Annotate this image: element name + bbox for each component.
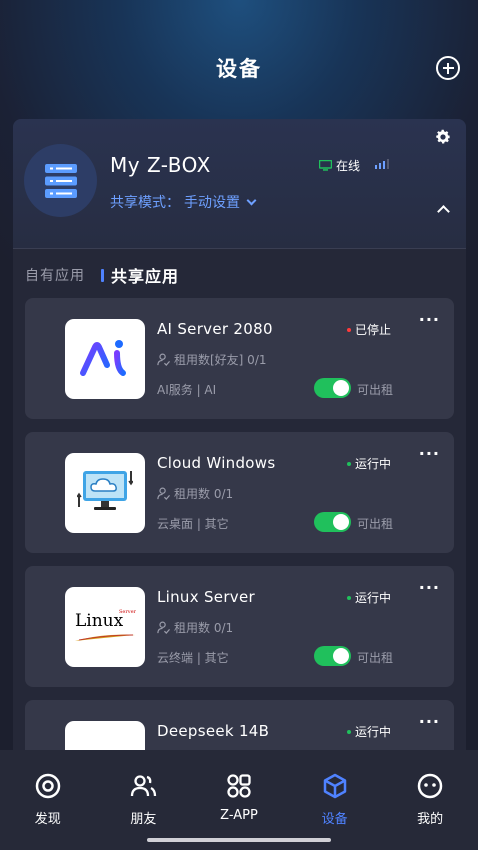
tab-devices[interactable]: 设备: [287, 750, 383, 850]
tab-discover[interactable]: 发现: [0, 750, 96, 850]
user-check-icon: [157, 487, 170, 500]
tab-label: 发现: [34, 812, 61, 827]
device-panel: My Z-BOX 共享模式： 手动设置 在线 自有应用 共享应用 AI Serv…: [13, 119, 466, 769]
rent-count: 租用数 0/1: [157, 485, 233, 502]
status-label: 运行中: [355, 591, 392, 605]
more-menu-button[interactable]: ···: [419, 444, 440, 463]
status-badge: 运行中: [347, 455, 391, 472]
more-menu-button[interactable]: ···: [419, 578, 440, 597]
monitor-icon: [319, 160, 332, 171]
status-label: 运行中: [355, 457, 392, 471]
chevron-down-icon: [246, 195, 257, 205]
tab-shared-apps[interactable]: 共享应用: [101, 263, 179, 287]
app-tabs: 自有应用 共享应用: [25, 263, 179, 287]
more-menu-button[interactable]: ···: [419, 310, 440, 329]
device-avatar: [24, 144, 97, 217]
cloud-monitor-icon: [77, 471, 133, 510]
page-title: 设备: [216, 57, 262, 81]
tab-z-app[interactable]: Z-APP: [191, 750, 287, 850]
online-status: 在线: [319, 157, 360, 174]
status-badge: 运行中: [347, 589, 391, 606]
status-dot: [347, 595, 351, 600]
box-icon: [323, 773, 346, 799]
signal-icon: [375, 159, 389, 169]
rent-count-label: 租用数[好友] 0/1: [174, 353, 267, 367]
share-mode-selector[interactable]: 共享模式： 手动设置: [110, 192, 257, 212]
online-label: 在线: [336, 159, 361, 173]
share-mode-label: 共享模式：: [110, 195, 180, 211]
ai-logo: [65, 319, 145, 399]
app-category: 云终端 | 其它: [157, 651, 229, 665]
tab-label: 设备: [321, 812, 348, 827]
tab-label: 朋友: [130, 812, 157, 827]
device-card: My Z-BOX 共享模式： 手动设置 在线: [13, 119, 466, 249]
tab-friends[interactable]: 朋友: [96, 750, 192, 850]
device-name: My Z-BOX: [110, 153, 211, 177]
status-badge: 已停止: [347, 321, 391, 338]
top-bar: 设备: [0, 48, 478, 88]
tab-shared-label: 共享应用: [111, 267, 180, 286]
rentable-toggle[interactable]: [314, 378, 351, 398]
chevron-up-icon[interactable]: [437, 205, 450, 218]
status-badge: 运行中: [347, 723, 391, 740]
rentable-label: 可出租: [357, 651, 394, 665]
linux-logo: Linux Server: [65, 587, 145, 667]
app-category: AI服务 | AI: [157, 383, 217, 397]
server-icon: [44, 163, 77, 198]
rent-count-label: 租用数 0/1: [174, 621, 234, 635]
status-label: 运行中: [355, 725, 392, 739]
app-card[interactable]: AI Server 2080 已停止 ··· 租用数[好友] 0/1 AI服务 …: [25, 298, 454, 419]
smile-icon: [417, 773, 443, 799]
app-card[interactable]: Cloud Windows 运行中 ··· 租用数 0/1 云桌面 | 其它 可…: [25, 432, 454, 553]
status-dot: [347, 327, 351, 332]
more-menu-button[interactable]: ···: [419, 712, 440, 731]
rent-count-label: 租用数 0/1: [174, 487, 234, 501]
bottom-tab-bar: 发现 朋友 Z-APP 设备 我的: [0, 750, 478, 850]
app-category: 云桌面 | 其它: [157, 517, 229, 531]
apps-grid-icon: [227, 774, 251, 798]
app-title: Cloud Windows: [157, 454, 276, 472]
app-title: AI Server 2080: [157, 320, 273, 338]
app-title: Linux Server: [157, 588, 255, 606]
tab-label: Z-APP: [220, 808, 258, 823]
gear-icon[interactable]: [434, 128, 452, 146]
status-label: 已停止: [355, 323, 392, 337]
tab-own-apps[interactable]: 自有应用: [25, 265, 85, 285]
add-device-button[interactable]: [436, 56, 460, 80]
rent-count: 租用数[好友] 0/1: [157, 351, 267, 368]
tab-indicator: [101, 268, 104, 282]
rent-count: 租用数 0/1: [157, 619, 233, 636]
rentable-toggle[interactable]: [314, 512, 351, 532]
ai-logo-mark: [80, 340, 126, 376]
cloud-monitor-logo: [65, 453, 145, 533]
friends-icon: [131, 775, 157, 797]
status-dot: [347, 461, 351, 466]
user-check-icon: [157, 353, 170, 366]
rentable-label: 可出租: [357, 383, 394, 397]
user-check-icon: [157, 621, 170, 634]
app-card[interactable]: Linux Server Linux Server 运行中 ··· 租用数 0/…: [25, 566, 454, 687]
share-mode-value: 手动设置: [184, 195, 240, 211]
rentable-label: 可出租: [357, 517, 394, 531]
linux-wordmark: Linux Server: [73, 609, 137, 645]
rentable-toggle[interactable]: [314, 646, 351, 666]
tab-label: 我的: [417, 812, 444, 827]
status-dot: [347, 729, 351, 734]
app-title: Deepseek 14B: [157, 722, 270, 740]
tab-mine[interactable]: 我的: [382, 750, 478, 850]
home-indicator[interactable]: [147, 838, 331, 842]
target-icon: [35, 773, 61, 799]
